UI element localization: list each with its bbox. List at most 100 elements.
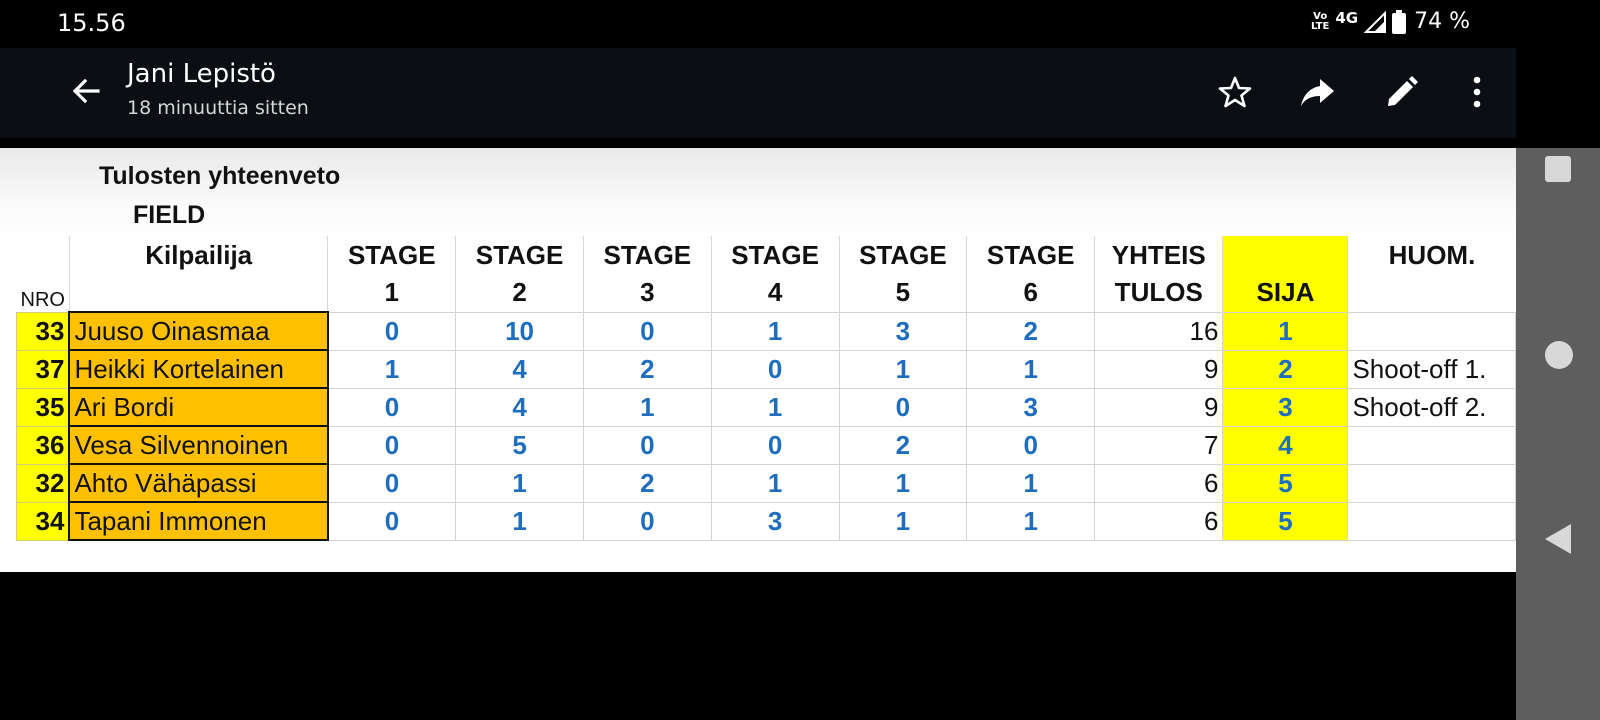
rank: 2 (1222, 349, 1349, 389)
stage-score: 1 (582, 387, 712, 427)
stage-score: 2 (582, 349, 712, 389)
results-table: Kilpailija STAGE STAGE STAGE STAGE STAGE… (16, 236, 1516, 541)
stage-score: 0 (327, 501, 457, 541)
star-button[interactable] (1211, 68, 1259, 116)
header-stage-number: 5 (838, 274, 967, 312)
stage-score: 0 (327, 425, 457, 465)
sender-name: Jani Lepistö (127, 59, 276, 89)
stage-score: 0 (710, 425, 840, 465)
edit-icon (1388, 76, 1418, 106)
competitor-number: 33 (16, 311, 70, 351)
total-score: 6 (1094, 501, 1224, 541)
table-row: 32 Ahto Vähäpassi 0 1 2 1 1 1 6 5 (16, 463, 1516, 503)
stage-score: 0 (327, 463, 457, 503)
network-type: 4G (1335, 8, 1359, 27)
stage-score: 5 (455, 425, 584, 465)
header-competitor: Kilpailija (68, 236, 328, 274)
rank: 5 (1222, 501, 1349, 541)
header-row-bottom: NRO 1 2 3 4 5 6 TULOS SIJA (17, 274, 1516, 312)
table-row: 37 Heikki Kortelainen 1 4 2 0 1 1 9 2 Shoot-off 1. (16, 349, 1516, 389)
stage-score: 0 (582, 425, 712, 465)
timestamp: 18 minuuttia sitten (127, 97, 309, 119)
stage-score: 0 (966, 425, 1096, 465)
results-image[interactable]: Tulosten yhteenveto FIELD Kilpailija STA… (0, 148, 1516, 572)
stage-score: 0 (327, 311, 457, 351)
total-score: 6 (1094, 463, 1224, 503)
volte-icon: Vo LTE (1310, 10, 1330, 32)
edit-button[interactable] (1378, 68, 1426, 116)
star-icon (1218, 76, 1252, 108)
total-score: 16 (1094, 311, 1224, 351)
note (1347, 311, 1516, 351)
stage-score: 1 (455, 501, 584, 541)
competitor-name: Heikki Kortelainen (68, 349, 329, 389)
stage-score: 1 (327, 349, 457, 389)
competitor-number: 34 (16, 501, 70, 541)
system-nav-bar (1516, 148, 1600, 720)
results-subtitle: FIELD (133, 201, 206, 229)
stage-score: 1 (966, 463, 1096, 503)
header-nro: NRO (20, 288, 65, 311)
header-notes: HUOM. (1347, 236, 1516, 274)
table-row: 34 Tapani Immonen 0 1 0 3 1 1 6 5 (16, 501, 1516, 541)
competitor-number: 35 (16, 387, 70, 427)
results-body: 33 Juuso Oinasmaa 0 10 0 1 3 2 16 1 37 Heikki Korte… (16, 311, 1516, 541)
stage-score: 0 (327, 387, 457, 427)
recent-apps-button[interactable] (1545, 156, 1571, 182)
stage-score: 4 (455, 349, 584, 389)
stage-score: 1 (710, 311, 840, 351)
competitor-number: 36 (16, 425, 70, 465)
stage-score: 2 (966, 311, 1096, 351)
stage-score: 1 (966, 349, 1096, 389)
table-row: 35 Ari Bordi 0 4 1 1 0 3 9 3 Shoot-off 2. (16, 387, 1516, 427)
competitor-name: Ahto Vähäpassi (68, 463, 329, 503)
header-stage-number: 1 (327, 274, 456, 312)
total-score: 9 (1094, 349, 1224, 389)
rank: 4 (1222, 425, 1349, 465)
competitor-number: 37 (16, 349, 70, 389)
home-button[interactable] (1545, 341, 1573, 369)
total-score: 7 (1094, 425, 1224, 465)
battery-icon (1392, 9, 1407, 34)
competitor-name: Vesa Silvennoinen (68, 425, 329, 465)
note: Shoot-off 1. (1347, 349, 1516, 389)
stage-score: 1 (838, 349, 968, 389)
note (1347, 501, 1516, 541)
header-stage-label: STAGE (966, 236, 1095, 274)
status-time: 15.56 (57, 9, 126, 37)
header-stage-label: STAGE (455, 236, 584, 274)
header-stage-label: STAGE (710, 236, 840, 274)
note (1347, 425, 1516, 465)
screen: 15.56 Vo LTE 4G 74 % Jani Lepistö 18 min… (0, 0, 1600, 720)
rank: 1 (1222, 311, 1349, 351)
stage-score: 3 (838, 311, 968, 351)
competitor-name: Juuso Oinasmaa (68, 311, 329, 351)
stage-score: 3 (966, 387, 1096, 427)
app-bar: Jani Lepistö 18 minuuttia sitten (0, 48, 1516, 138)
stage-score: 0 (838, 387, 968, 427)
stage-score: 2 (838, 425, 968, 465)
header-stage-number: 6 (966, 274, 1095, 312)
nav-back-button[interactable] (1545, 524, 1571, 554)
stage-score: 4 (455, 387, 584, 427)
total-score: 9 (1094, 387, 1224, 427)
header-rank: SIJA (1222, 274, 1348, 312)
arrow-back-icon (72, 78, 100, 104)
table-row: 36 Vesa Silvennoinen 0 5 0 0 2 0 7 4 (16, 425, 1516, 465)
header-row-top: Kilpailija STAGE STAGE STAGE STAGE STAGE… (17, 236, 1516, 274)
stage-score: 2 (582, 463, 712, 503)
battery-percent: 74 % (1414, 9, 1470, 34)
more-options-button[interactable] (1453, 68, 1501, 116)
rank: 5 (1222, 463, 1349, 503)
stage-score: 1 (966, 501, 1096, 541)
header-stage-label: STAGE (582, 236, 712, 274)
competitor-name: Tapani Immonen (68, 501, 329, 541)
stage-score: 0 (582, 311, 712, 351)
rank: 3 (1222, 387, 1349, 427)
more-vert-icon (1473, 76, 1481, 108)
back-button[interactable] (66, 71, 106, 111)
share-button[interactable] (1294, 68, 1342, 116)
status-bar: 15.56 Vo LTE 4G 74 % (0, 0, 1516, 48)
results-title: Tulosten yhteenveto (99, 162, 341, 190)
stage-score: 1 (838, 463, 968, 503)
